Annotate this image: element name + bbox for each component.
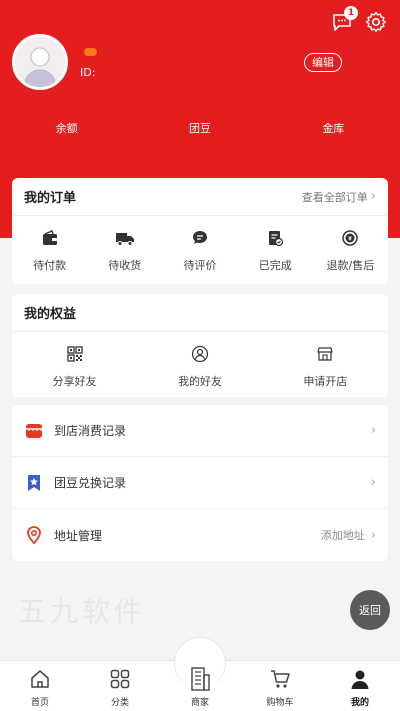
order-pending-payment[interactable]: 待付款 bbox=[12, 228, 87, 273]
benefits-grid: 分享好友 我的好友 申请开店 bbox=[12, 332, 388, 389]
orders-title: 我的订单 bbox=[24, 191, 77, 206]
add-address-label[interactable]: 添加地址 bbox=[321, 527, 365, 543]
tab-mine[interactable]: 我的 bbox=[320, 661, 400, 711]
benefits-title: 我的权益 bbox=[24, 307, 77, 322]
benefit-apply-store-label: 申请开店 bbox=[303, 375, 348, 388]
tab-home[interactable]: 首页 bbox=[0, 661, 80, 711]
benefit-share-friends-label: 分享好友 bbox=[52, 375, 97, 388]
tab-cart-label: 购物车 bbox=[266, 698, 294, 708]
friends-icon bbox=[190, 344, 210, 364]
order-refund-aftersale-label: 退款/售后 bbox=[326, 259, 375, 272]
view-all-orders-label: 查看全部订单 bbox=[301, 190, 368, 204]
tab-category-label: 分类 bbox=[110, 698, 129, 708]
list-item-address-management[interactable]: 地址管理 添加地址 › bbox=[12, 509, 388, 561]
tab-cart[interactable]: 购物车 bbox=[240, 661, 320, 711]
benefit-share-friends[interactable]: 分享好友 bbox=[12, 344, 137, 389]
order-pending-payment-label: 待付款 bbox=[33, 259, 67, 272]
order-pending-review[interactable]: 待评价 bbox=[162, 228, 237, 273]
chevron-right-icon: › bbox=[370, 527, 376, 543]
tab-category[interactable]: 分类 bbox=[80, 661, 160, 711]
store-icon bbox=[315, 344, 335, 364]
edit-profile-button[interactable]: 编辑 bbox=[304, 53, 342, 72]
list-item-label: 团豆兑换记录 bbox=[54, 476, 127, 490]
benefit-my-friends-label: 我的好友 bbox=[177, 375, 222, 388]
user-id-label: ID: bbox=[80, 66, 96, 79]
watermark-text: 五九软件 bbox=[18, 595, 147, 628]
chevron-right-icon: › bbox=[370, 475, 376, 490]
shop-icon bbox=[24, 421, 44, 441]
user-icon bbox=[347, 666, 373, 692]
order-completed-label: 已完成 bbox=[258, 259, 292, 272]
order-refund-aftersale[interactable]: 退款/售后 bbox=[313, 228, 388, 273]
list-item-label: 到店消费记录 bbox=[54, 424, 127, 438]
benefit-apply-store[interactable]: 申请开店 bbox=[263, 344, 388, 389]
truck-icon bbox=[115, 228, 135, 248]
order-pending-receipt-label: 待收货 bbox=[108, 259, 142, 272]
settings-gear-icon[interactable] bbox=[364, 10, 388, 34]
comment-icon bbox=[190, 228, 210, 248]
member-level-tag bbox=[84, 48, 97, 56]
benefits-card: 我的权益 分享好友 我的好友 申请开店 bbox=[12, 294, 388, 397]
back-button[interactable]: 返回 bbox=[350, 590, 390, 630]
benefit-my-friends[interactable]: 我的好友 bbox=[137, 344, 262, 389]
bookmark-star-icon bbox=[24, 473, 44, 493]
chevron-right-icon: › bbox=[370, 423, 376, 438]
refund-icon bbox=[340, 228, 360, 248]
asset-tuandou[interactable]: 团豆 bbox=[133, 120, 266, 136]
chevron-right-icon: › bbox=[370, 189, 376, 204]
home-icon bbox=[27, 666, 53, 692]
message-icon[interactable]: 1 bbox=[330, 6, 358, 34]
view-all-orders-link[interactable]: 查看全部订单 › bbox=[302, 189, 376, 205]
message-badge: 1 bbox=[344, 6, 358, 20]
tab-home-label: 首页 bbox=[30, 698, 49, 708]
clipboard-check-icon bbox=[265, 228, 285, 248]
qr-code-icon bbox=[65, 344, 85, 364]
tab-mine-label: 我的 bbox=[350, 698, 369, 708]
records-list: 到店消费记录 › 团豆兑换记录 › 地址管理 添加地址 › bbox=[12, 405, 388, 561]
asset-balance[interactable]: 余额 bbox=[0, 120, 133, 136]
asset-vault[interactable]: 金库 bbox=[267, 120, 400, 136]
asset-summary: 余额 团豆 金库 bbox=[0, 120, 400, 136]
building-icon bbox=[187, 666, 213, 692]
orders-card: 我的订单 查看全部订单 › 待付款 待收货 待评价 已完成 退款/售后 bbox=[12, 178, 388, 284]
orders-card-header: 我的订单 查看全部订单 › bbox=[12, 178, 388, 216]
tab-merchants-label: 商家 bbox=[190, 698, 209, 708]
tab-merchants[interactable]: 商家 bbox=[160, 637, 240, 711]
orders-grid: 待付款 待收货 待评价 已完成 退款/售后 bbox=[12, 216, 388, 273]
top-actions: 1 bbox=[330, 6, 388, 34]
list-item-tuandou-exchange[interactable]: 团豆兑换记录 › bbox=[12, 457, 388, 509]
list-item-label: 地址管理 bbox=[54, 528, 103, 543]
location-pin-icon bbox=[24, 525, 44, 545]
cart-icon bbox=[267, 666, 293, 692]
order-pending-receipt[interactable]: 待收货 bbox=[87, 228, 162, 273]
category-icon bbox=[107, 666, 133, 692]
list-item-store-consumption[interactable]: 到店消费记录 › bbox=[12, 405, 388, 457]
bottom-tab-bar: 首页 分类 商家 购物车 我的 bbox=[0, 637, 400, 711]
order-pending-review-label: 待评价 bbox=[183, 259, 217, 272]
avatar[interactable] bbox=[12, 34, 68, 90]
benefits-card-header: 我的权益 bbox=[12, 294, 388, 332]
order-completed[interactable]: 已完成 bbox=[238, 228, 313, 273]
wallet-icon bbox=[40, 228, 60, 248]
